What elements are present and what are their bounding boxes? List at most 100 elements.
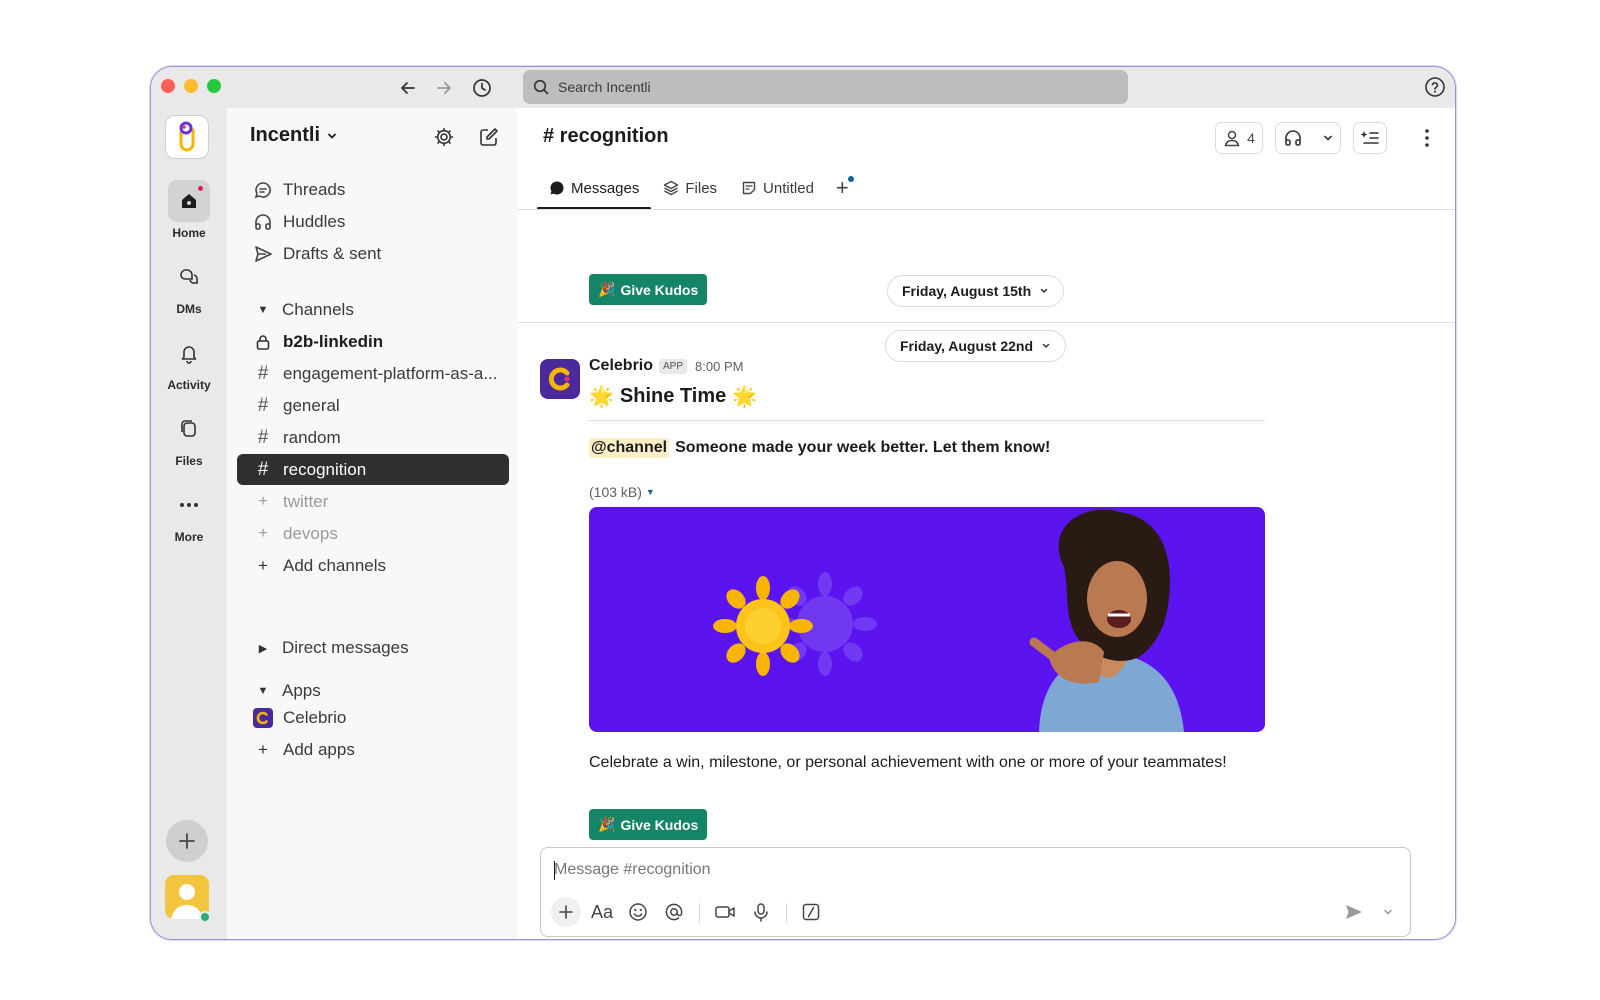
- channels-section-toggle[interactable]: ▼ Channels: [253, 300, 354, 320]
- clock-icon: [473, 79, 491, 97]
- rail-activity[interactable]: Activity: [151, 332, 227, 392]
- channel-tabs: Messages Files Untitled +: [537, 168, 859, 210]
- emoji-button[interactable]: [623, 897, 653, 927]
- video-icon: [715, 906, 735, 918]
- celebrio-logo-icon: [253, 707, 273, 728]
- rail-home[interactable]: Home: [151, 180, 227, 240]
- tab-files[interactable]: Files: [651, 168, 729, 208]
- sidebar-item-twitter[interactable]: + twitter: [237, 486, 509, 517]
- chevron-down-icon: [1323, 135, 1332, 141]
- dm-header: Direct messages: [282, 638, 409, 657]
- give-kudos-button-2[interactable]: 🎉 Give Kudos: [589, 809, 708, 840]
- rail-dms[interactable]: DMs: [151, 256, 227, 316]
- add-tab-button[interactable]: +: [826, 175, 859, 201]
- attach-button[interactable]: [551, 897, 581, 927]
- sidebar-item-label: general: [283, 395, 340, 415]
- toolbar-divider: [699, 903, 700, 923]
- formatting-button[interactable]: Aa: [587, 897, 617, 927]
- close-window-button[interactable]: [161, 79, 175, 93]
- channel-view: # recognition 4 Messages Files Untitled …: [517, 108, 1455, 939]
- sidebar-item-drafts[interactable]: Drafts & sent: [237, 238, 509, 269]
- add-channels-button[interactable]: + Add channels: [237, 550, 509, 581]
- kebab-icon: [1425, 129, 1429, 147]
- new-message-button[interactable]: [475, 123, 503, 151]
- channel-more-button[interactable]: [1417, 126, 1437, 150]
- audio-clip-button[interactable]: [746, 897, 776, 927]
- message-author[interactable]: Celebrio: [589, 357, 653, 375]
- sidebar-item-devops[interactable]: + devops: [237, 518, 509, 549]
- channel-mention[interactable]: @channel: [589, 438, 670, 458]
- add-apps-button[interactable]: + Add apps: [237, 734, 509, 765]
- send-button[interactable]: [1339, 897, 1369, 927]
- forward-button[interactable]: [431, 75, 457, 101]
- channel-summary-button[interactable]: [1353, 122, 1387, 154]
- search-bar[interactable]: Search Incentli: [523, 70, 1128, 104]
- video-clip-button[interactable]: [710, 897, 740, 927]
- dms-tile: [168, 256, 210, 298]
- shortcuts-button[interactable]: [796, 897, 826, 927]
- text-format-icon: Aa: [590, 901, 614, 922]
- celebrio-avatar[interactable]: [540, 359, 580, 399]
- sparkle-list-icon: [1360, 131, 1379, 144]
- plus-icon: [559, 905, 573, 919]
- tab-label: Untitled: [763, 179, 814, 197]
- smiley-icon: [629, 903, 647, 921]
- workspace-switcher[interactable]: [165, 115, 209, 159]
- add-workspace-button[interactable]: [166, 820, 208, 862]
- date-pill-aug-15[interactable]: Friday, August 15th: [887, 275, 1065, 307]
- sidebar-item-engagement-platform[interactable]: # engagement-platform-as-a...: [237, 358, 509, 389]
- member-count: 4: [1247, 130, 1255, 146]
- sidebar-item-threads[interactable]: Threads: [237, 174, 509, 205]
- file-size-toggle[interactable]: (103 kB) ▼: [589, 484, 655, 500]
- person-icon: [1224, 130, 1240, 147]
- title-bar: Search Incentli: [151, 67, 1455, 108]
- chevron-down-icon: [328, 133, 336, 139]
- rail-more[interactable]: More: [151, 484, 227, 544]
- body-text: Someone made your week better. Let them …: [675, 439, 1051, 456]
- direct-messages-section-toggle[interactable]: ▶ Direct messages: [253, 638, 409, 658]
- workspace-settings-button[interactable]: [430, 123, 458, 151]
- text-caret: [554, 861, 555, 880]
- sidebar-item-label: Add apps: [283, 739, 355, 759]
- message-input[interactable]: [554, 857, 1394, 883]
- chevron-down-icon: [1042, 343, 1050, 349]
- tab-messages[interactable]: Messages: [537, 168, 652, 210]
- back-button[interactable]: [395, 75, 421, 101]
- chevron-down-icon: [1040, 288, 1048, 294]
- home-tile: [168, 180, 210, 222]
- sidebar-item-label: Drafts & sent: [283, 243, 382, 263]
- apps-section-toggle[interactable]: ▼ Apps: [253, 681, 321, 701]
- huddle-button[interactable]: [1275, 122, 1341, 154]
- members-button[interactable]: 4: [1215, 122, 1263, 154]
- message-timestamp[interactable]: 8:00 PM: [695, 359, 743, 374]
- history-button[interactable]: [469, 75, 495, 101]
- channel-title[interactable]: # recognition: [543, 125, 669, 148]
- give-kudos-button-1[interactable]: 🎉 Give Kudos: [589, 274, 708, 305]
- mention-button[interactable]: [659, 897, 689, 927]
- sidebar-item-huddles[interactable]: Huddles: [237, 206, 509, 237]
- shine-time-banner-image[interactable]: [589, 507, 1265, 732]
- plus-icon: +: [835, 175, 849, 200]
- tab-label: Files: [685, 179, 718, 197]
- slash-command-icon: [802, 903, 820, 921]
- party-popper-icon: 🎉: [598, 281, 616, 297]
- sidebar-item-b2b-linkedin[interactable]: b2b-linkedin: [237, 326, 509, 357]
- send-options-button[interactable]: [1373, 897, 1403, 927]
- rail-files[interactable]: Files: [151, 408, 227, 468]
- tab-untitled[interactable]: Untitled: [729, 168, 826, 208]
- hash-icon: #: [257, 458, 269, 480]
- minimize-window-button[interactable]: [184, 79, 198, 93]
- sidebar-item-celebrio[interactable]: Celebrio: [237, 702, 509, 733]
- compose-icon: [480, 128, 498, 146]
- sidebar-item-recognition[interactable]: # recognition: [237, 454, 509, 485]
- sidebar-item-random[interactable]: # random: [237, 422, 509, 453]
- maximize-window-button[interactable]: [207, 79, 221, 93]
- bell-icon: [181, 346, 197, 364]
- threads-icon: [253, 180, 273, 200]
- sidebar-item-label: Add channels: [283, 555, 387, 575]
- message-icon: [550, 181, 564, 195]
- help-button[interactable]: [1423, 75, 1447, 99]
- sidebar-item-general[interactable]: # general: [237, 390, 509, 421]
- date-pill-aug-22[interactable]: Friday, August 22nd: [885, 330, 1067, 362]
- workspace-name-button[interactable]: Incentli: [250, 124, 338, 147]
